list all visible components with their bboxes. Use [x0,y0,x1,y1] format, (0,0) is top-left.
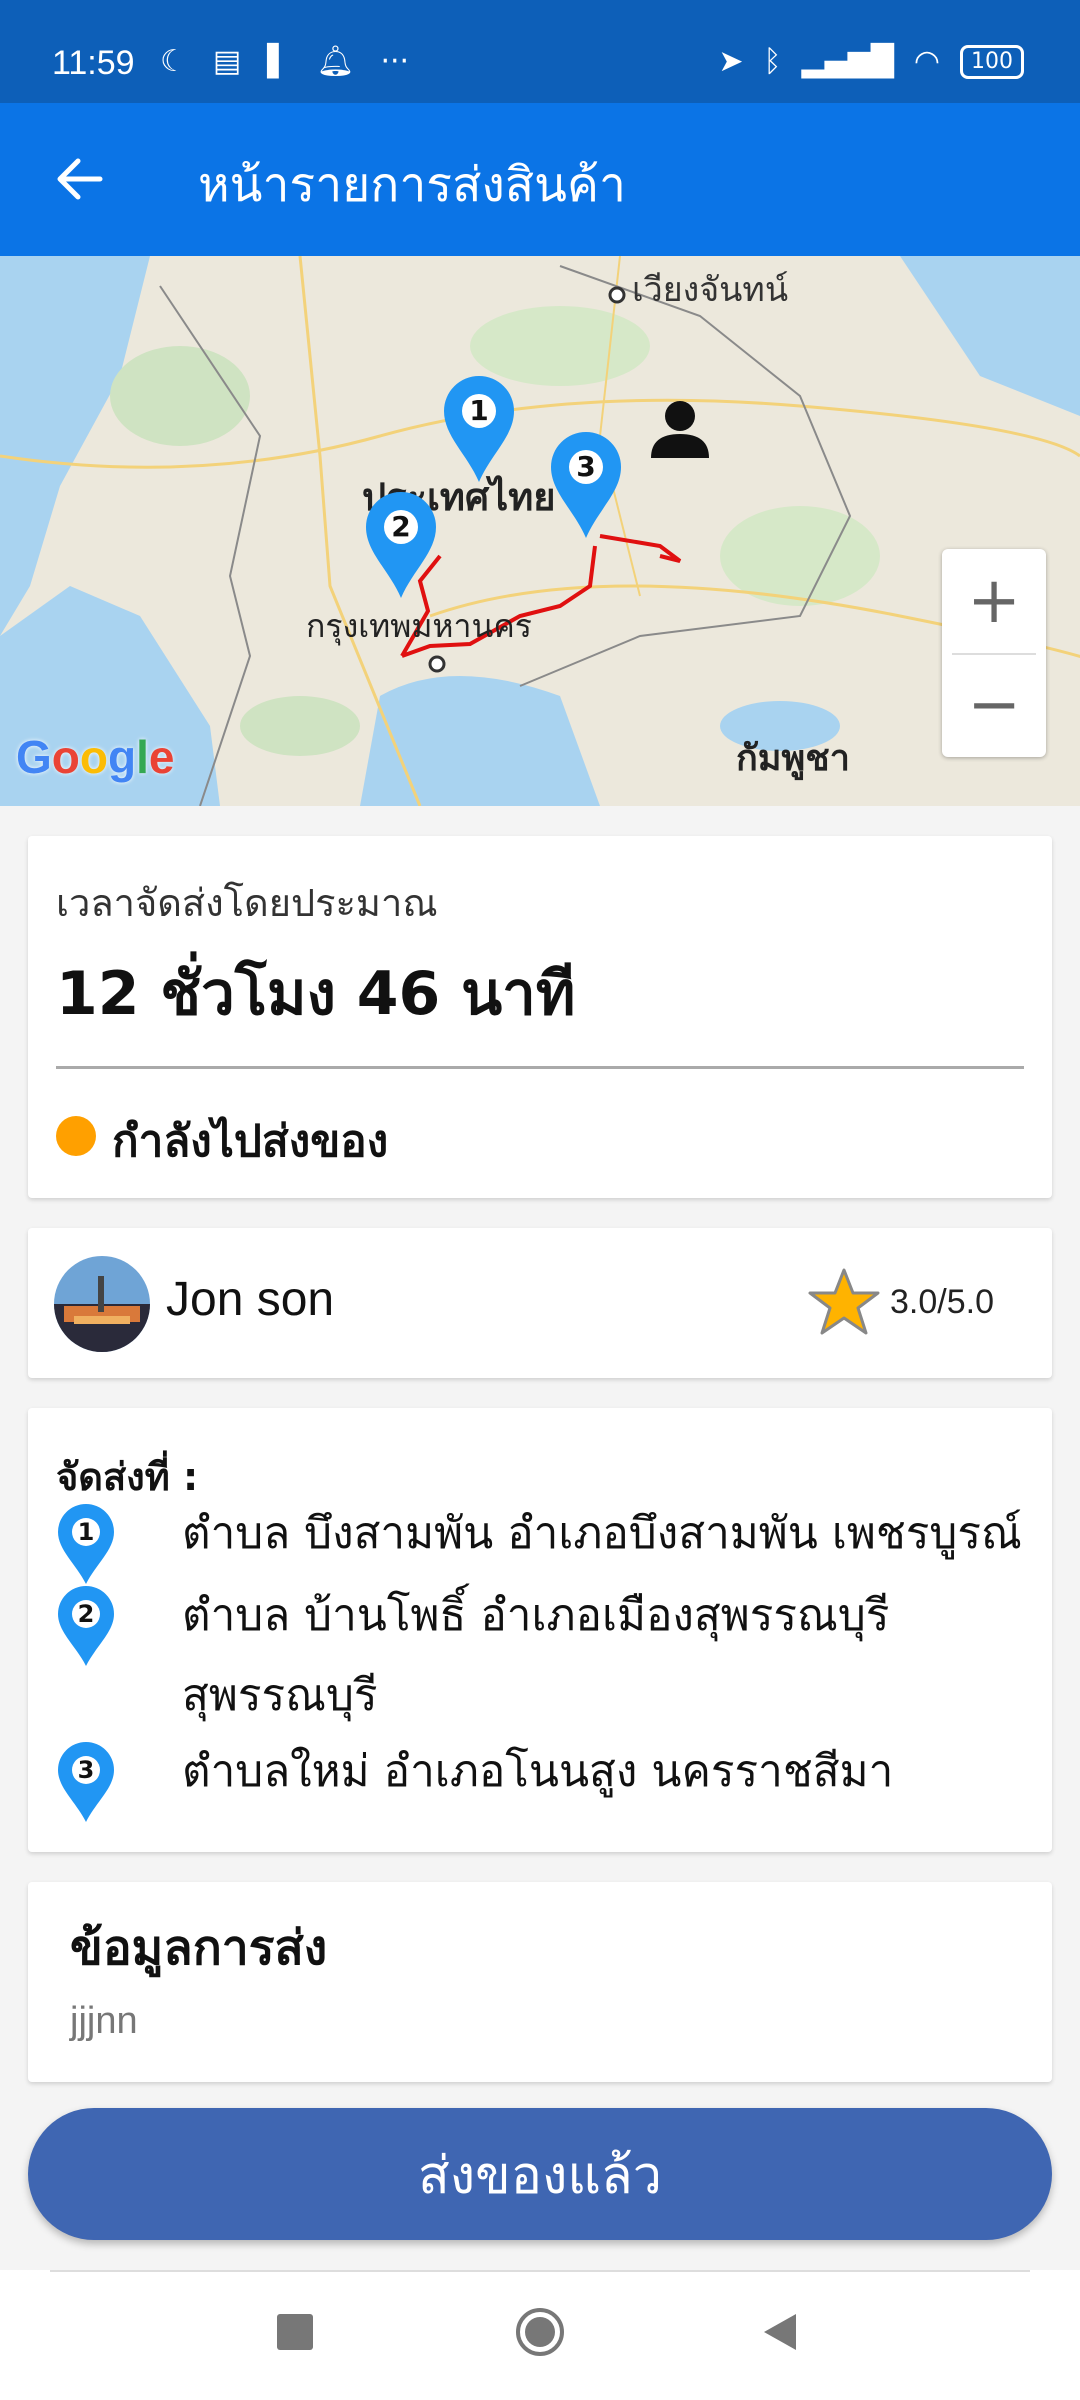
star-icon [808,1268,880,1335]
map-label-cambodia: กัมพูชา [736,738,850,779]
map-marker-2[interactable]: 2 [364,490,438,600]
user-location-icon [651,401,709,458]
eta-label: เวลาจัดส่งโดยประมาณ [56,881,438,925]
avatar [54,1256,150,1352]
map-label-city-top: เวียงจันทน์ [632,270,789,310]
system-nav-bar [0,2270,1080,2400]
driver-card[interactable]: Jon son 3.0/5.0 [28,1228,1052,1378]
driver-rating: 3.0/5.0 [806,1266,994,1338]
delivered-button[interactable]: ส่งของแล้ว [28,2108,1052,2240]
bell-icon: 🔔︎ [316,44,355,79]
google-logo: Google [16,731,175,783]
signal-icon: ▂▄▆█ [801,44,894,79]
app-bar: หน้ารายการส่งสินค้า [0,103,1080,256]
more-dots-icon: ··· [380,44,410,79]
zoom-in-button[interactable]: + [942,549,1046,653]
wifi-icon: ◠ [913,44,940,79]
notification-icon: ▤ [212,44,242,79]
info-value: jjjnn [70,2000,138,2042]
status-bar: 11:59 ☾ ▤ ▌ 🔔︎ ··· ➤ ᛒ ▂▄▆█ ◠ 100 [0,0,1080,103]
bluetooth-icon: ᛒ [763,44,782,79]
back-triangle-icon[interactable] [762,2312,798,2352]
map-canvas [0,256,1080,806]
battery-icon: 100 [960,44,1024,79]
marker-pin-icon: 3 [56,1742,116,1828]
eta-card: เวลาจัดส่งโดยประมาณ 12 ชั่วโมง 46 นาที ก… [28,836,1052,1198]
recents-square-icon[interactable] [277,2314,313,2350]
page-title: หน้ารายการส่งสินค้า [198,159,626,212]
divider [50,2270,1030,2272]
status-dot-icon [56,1116,96,1156]
divider [56,1066,1024,1069]
delivery-info-card: ข้อมูลการส่ง jjjnn [28,1882,1052,2082]
marker-pin-icon: 1 [56,1504,116,1590]
home-circle-icon[interactable] [514,2306,566,2358]
signal-bars-icon: ▌ [267,44,291,79]
destination-text: ตำบลใหม่ อำเภอโนนสูง นครราชสีมา [182,1746,894,1797]
moon-icon: ☾ [160,44,187,79]
zoom-divider [952,653,1036,655]
info-title: ข้อมูลการส่ง [70,1920,328,1976]
location-arrow-icon: ➤ [718,44,744,79]
delivery-status: กำลังไปส่งของ [112,1116,389,1167]
map-marker-3[interactable]: 3 [549,430,623,540]
destination-text: ตำบล บ้านโพธิ์ อำเภอเมืองสุพรรณบุรี สุพร… [182,1590,890,1721]
back-arrow-icon[interactable] [52,151,108,207]
status-time: 11:59 [52,44,135,82]
marker-pin-icon: 2 [56,1586,116,1672]
destination-text: ตำบล บึงสามพัน อำเภอบึงสามพัน เพชรบูรณ์ [182,1508,1022,1559]
eta-value: 12 ชั่วโมง 46 นาที [56,959,576,1029]
map-label-capital: กรุงเทพมหานคร [306,607,532,645]
rating-value: 3.0/5.0 [890,1282,994,1321]
map-view[interactable]: เวียงจันทน์ ประเทศไทย กรุงเทพมหานคร กัมพ… [0,256,1080,806]
zoom-out-button[interactable]: − [942,653,1046,757]
destinations-card: จัดส่งที่ : 1 ตำบล บึงสามพัน อำเภอบึงสาม… [28,1408,1052,1852]
destinations-title: จัดส่งที่ : [56,1455,199,1499]
driver-name: Jon son [166,1273,335,1326]
map-marker-1[interactable]: 1 [442,374,516,484]
zoom-controls: + − [942,549,1046,757]
